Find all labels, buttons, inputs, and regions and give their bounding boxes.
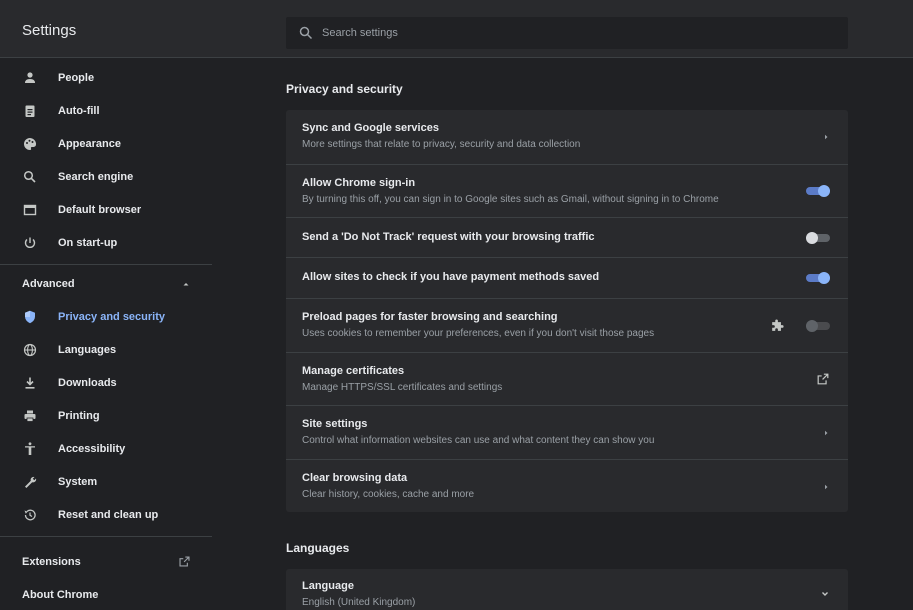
sidebar-item-default-browser[interactable]: Default browser [0, 196, 212, 224]
settings-row-certificates[interactable]: Manage certificates Manage HTTPS/SSL cer… [286, 352, 848, 405]
settings-row-do-not-track: Send a 'Do Not Track' request with your … [286, 217, 848, 257]
sidebar-item-label: Reset and clean up [58, 509, 159, 521]
payment-methods-toggle[interactable] [806, 272, 830, 284]
row-title: Allow sites to check if you have payment… [302, 271, 600, 283]
main-content: Privacy and security Sync and Google ser… [212, 58, 913, 610]
row-title: Send a 'Do Not Track' request with your … [302, 231, 595, 243]
sidebar-item-downloads[interactable]: Downloads [0, 369, 212, 397]
sidebar-item-label: Privacy and security [58, 311, 166, 323]
wrench-icon [25, 476, 37, 488]
preload-toggle[interactable] [806, 320, 830, 332]
sidebar-item-label: Printing [58, 410, 100, 422]
do-not-track-toggle[interactable] [806, 232, 830, 244]
settings-row-chrome-signin: Allow Chrome sign-in By turning this off… [286, 164, 848, 217]
power-icon [24, 237, 36, 248]
person-icon [25, 72, 35, 83]
sidebar-item-printing[interactable]: Printing [0, 402, 212, 430]
download-icon [25, 377, 35, 389]
chrome-signin-toggle[interactable] [806, 185, 830, 197]
external-link-icon [179, 556, 190, 567]
row-subtitle: More settings that relate to privacy, se… [302, 139, 581, 150]
sidebar-item-label: Downloads [58, 377, 117, 389]
row-title: Clear browsing data [302, 472, 408, 484]
chevron-right-icon [825, 430, 828, 436]
advanced-toggle[interactable]: Advanced [0, 270, 212, 298]
settings-row-clear-browsing[interactable]: Clear browsing data Clear history, cooki… [286, 459, 848, 512]
row-subtitle: By turning this off, you can sign in to … [302, 194, 719, 205]
row-title: Preload pages for faster browsing and se… [302, 311, 558, 323]
search-icon [299, 26, 313, 40]
clipboard-icon [25, 105, 35, 117]
sidebar-item-people[interactable]: People [0, 64, 212, 92]
row-subtitle: English (United Kingdom) [302, 597, 416, 608]
sidebar-item-label: Auto-fill [58, 105, 100, 117]
chevron-right-icon [825, 484, 828, 490]
accessibility-icon [25, 442, 35, 455]
settings-row-site-settings[interactable]: Site settings Control what information w… [286, 405, 848, 459]
sidebar-item-label: System [58, 476, 98, 488]
about-label: About Chrome [22, 589, 99, 601]
sidebar-item-extensions[interactable]: Extensions [0, 548, 212, 576]
globe-icon [23, 343, 37, 357]
privacy-card: Sync and Google services More settings t… [286, 110, 848, 512]
sidebar: People Auto-fill Appearance Search engin… [0, 58, 212, 610]
chevron-up-icon [183, 283, 189, 286]
app-title: Settings [22, 22, 77, 39]
row-title: Site settings [302, 418, 368, 430]
palette-icon [24, 138, 37, 150]
row-title: Allow Chrome sign-in [302, 177, 416, 189]
sidebar-item-reset[interactable]: Reset and clean up [0, 501, 212, 529]
search-icon [23, 170, 36, 183]
chevron-right-icon [825, 134, 828, 140]
sidebar-item-about[interactable]: About Chrome [0, 581, 212, 609]
row-title: Manage certificates [302, 365, 405, 377]
settings-row-preload: Preload pages for faster browsing and se… [286, 298, 848, 352]
sidebar-item-label: Languages [58, 344, 117, 356]
sidebar-item-label: On start-up [58, 237, 118, 249]
extension-puzzle-icon[interactable] [770, 319, 784, 333]
sidebar-item-accessibility[interactable]: Accessibility [0, 435, 212, 463]
sidebar-item-on-startup[interactable]: On start-up [0, 229, 212, 257]
sidebar-item-privacy[interactable]: Privacy and security [0, 303, 212, 331]
printer-icon [24, 410, 36, 422]
search-input[interactable] [322, 27, 848, 39]
sidebar-item-label: Default browser [58, 204, 142, 216]
sidebar-divider [0, 264, 212, 265]
sidebar-divider [0, 536, 212, 537]
languages-card: Language English (United Kingdom) [286, 569, 848, 610]
shield-icon [25, 310, 35, 324]
browser-icon [23, 204, 37, 216]
external-link-icon [817, 373, 829, 385]
sidebar-item-appearance[interactable]: Appearance [0, 130, 212, 158]
sidebar-item-autofill[interactable]: Auto-fill [0, 97, 212, 125]
settings-row-payment-methods: Allow sites to check if you have payment… [286, 257, 848, 298]
row-title: Sync and Google services [302, 122, 439, 134]
settings-row-sync[interactable]: Sync and Google services More settings t… [286, 110, 848, 164]
history-icon [24, 509, 36, 521]
row-subtitle: Clear history, cookies, cache and more [302, 489, 475, 500]
languages-section-title: Languages [286, 541, 350, 555]
top-bar: Settings [0, 0, 913, 58]
privacy-section-title: Privacy and security [286, 82, 403, 96]
row-subtitle: Control what information websites can us… [302, 435, 655, 446]
settings-row-language[interactable]: Language English (United Kingdom) [286, 569, 848, 610]
sidebar-item-label: Appearance [58, 138, 121, 150]
extensions-label: Extensions [22, 556, 81, 568]
row-subtitle: Uses cookies to remember your preference… [302, 328, 655, 339]
row-title: Language [302, 580, 354, 592]
sidebar-item-label: Accessibility [58, 443, 126, 455]
chevron-down-icon [822, 592, 828, 596]
sidebar-item-search-engine[interactable]: Search engine [0, 163, 212, 191]
sidebar-item-languages[interactable]: Languages [0, 336, 212, 364]
sidebar-item-system[interactable]: System [0, 468, 212, 496]
sidebar-item-label: People [58, 72, 95, 84]
row-subtitle: Manage HTTPS/SSL certificates and settin… [302, 382, 503, 393]
sidebar-item-label: Search engine [58, 171, 134, 183]
advanced-label: Advanced [22, 278, 75, 290]
search-box[interactable] [286, 17, 848, 49]
